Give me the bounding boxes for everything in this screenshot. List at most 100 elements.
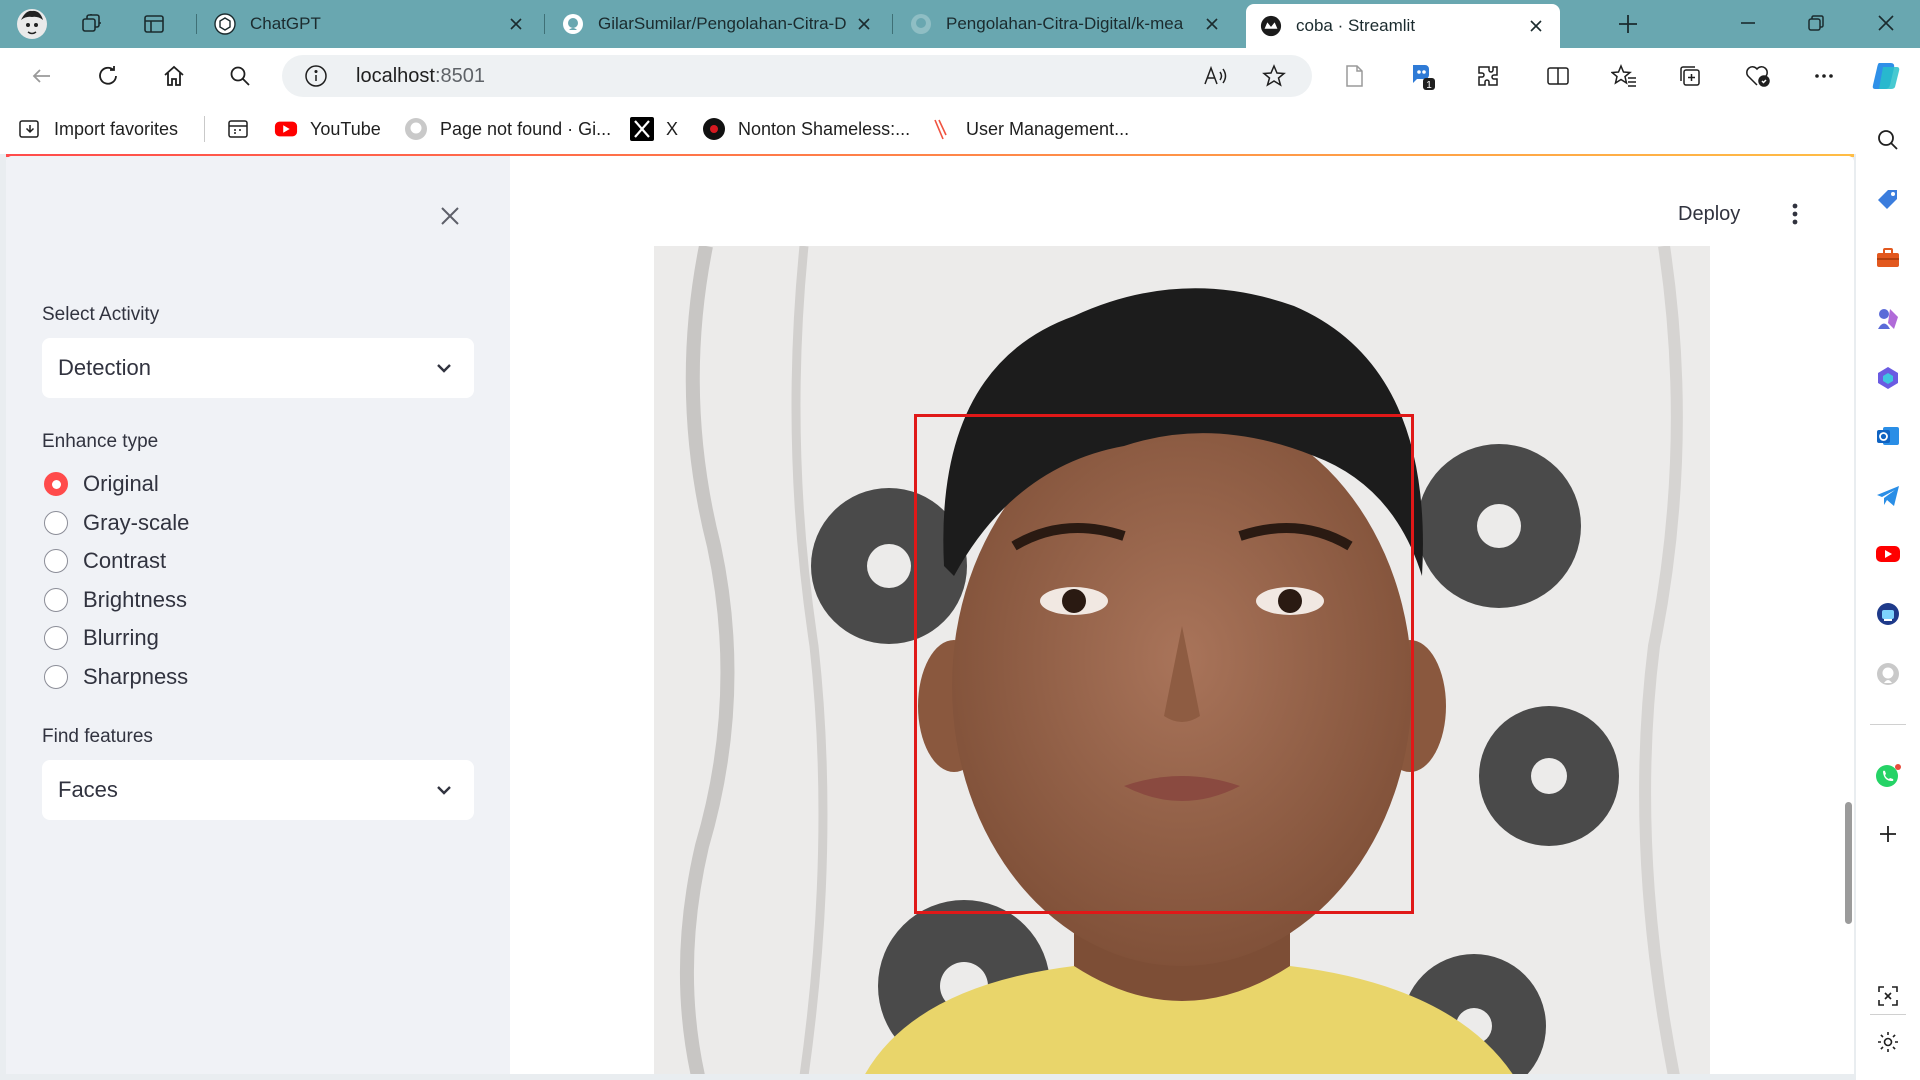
- back-button[interactable]: [24, 58, 60, 94]
- close-icon[interactable]: [506, 14, 526, 34]
- radio-label: Brightness: [83, 587, 187, 612]
- page-viewport: Select Activity Detection Enhance type O…: [6, 156, 1854, 1074]
- bookmark-app[interactable]: [226, 114, 250, 144]
- read-aloud-icon[interactable]: [1202, 64, 1228, 88]
- radio-label: Contrast: [83, 548, 167, 573]
- search-icon[interactable]: [1872, 124, 1904, 156]
- bookmark-label: YouTube: [310, 118, 381, 139]
- face-bounding-box: [914, 414, 1414, 914]
- github-icon[interactable]: [1872, 658, 1904, 690]
- close-icon[interactable]: [854, 14, 874, 34]
- tab-chatgpt[interactable]: ChatGPT: [200, 6, 540, 42]
- bookmark-label: Page not found · Gi...: [440, 118, 612, 139]
- settings-gear-icon[interactable]: [1872, 1026, 1904, 1058]
- radio-unselected-icon: [44, 665, 68, 689]
- shopping-tag-icon[interactable]: [1872, 184, 1904, 216]
- bookmarks-items: YouTube Page not found · Gi... X Nonton …: [0, 104, 1300, 154]
- restore-button[interactable]: [1782, 0, 1850, 46]
- reading-view-icon[interactable]: [1336, 58, 1372, 94]
- games-icon[interactable]: [1872, 302, 1904, 334]
- whatsapp-icon[interactable]: [1872, 760, 1904, 792]
- copilot-icon[interactable]: [1868, 58, 1904, 94]
- edge-sidebar: [1856, 104, 1920, 1080]
- bookmark-x[interactable]: X: [630, 114, 678, 144]
- microsoft365-icon[interactable]: [1872, 362, 1904, 394]
- tab-separator: [544, 14, 545, 34]
- new-tab-button[interactable]: [1612, 8, 1644, 40]
- bookmark-user-management[interactable]: User Management...: [930, 114, 1129, 144]
- browser-tab-bar: ChatGPT GilarSumilar/Pengolahan-Citra-D …: [0, 0, 1920, 48]
- deploy-button[interactable]: Deploy: [1678, 198, 1740, 230]
- radio-label: Original: [83, 471, 159, 496]
- bookmark-youtube[interactable]: YouTube: [274, 114, 381, 144]
- outlook-icon[interactable]: [1872, 420, 1904, 452]
- features-value: Faces: [58, 777, 118, 802]
- split-screen-icon[interactable]: [1540, 58, 1576, 94]
- screenshot-icon[interactable]: [1872, 980, 1904, 1012]
- page-scrollbar-thumb[interactable]: [1845, 802, 1852, 924]
- tab-title: coba · Streamlit: [1296, 16, 1416, 35]
- workspaces-icon[interactable]: [76, 8, 108, 40]
- x-icon: [630, 117, 654, 141]
- tab-github-gilarsumilar[interactable]: GilarSumilar/Pengolahan-Citra-D: [548, 6, 888, 42]
- browser-essentials-icon[interactable]: [1740, 58, 1776, 94]
- refresh-button[interactable]: [90, 58, 126, 94]
- radio-sharpness[interactable]: Sharpness: [44, 662, 188, 692]
- svg-text:1: 1: [1426, 80, 1432, 91]
- tab-title: GilarSumilar/Pengolahan-Citra-D: [598, 14, 846, 33]
- main-menu-icon[interactable]: [1780, 194, 1810, 234]
- radio-blurring[interactable]: Blurring: [44, 623, 159, 653]
- close-icon[interactable]: [1526, 16, 1546, 36]
- app-shortcut-icon[interactable]: [1872, 598, 1904, 630]
- copilot-extension-icon[interactable]: 1: [1404, 58, 1440, 94]
- radio-label: Gray-scale: [83, 510, 190, 535]
- browser-toolbar: localhost:8501 1: [0, 48, 1920, 104]
- features-select[interactable]: Faces: [42, 760, 474, 820]
- youtube-icon[interactable]: [1872, 538, 1904, 570]
- streamlit-icon: [1260, 15, 1282, 37]
- favorites-icon[interactable]: [1606, 58, 1642, 94]
- home-button[interactable]: [156, 58, 192, 94]
- radio-contrast[interactable]: Contrast: [44, 546, 166, 576]
- close-sidebar-button[interactable]: [432, 198, 468, 234]
- tab-github-kmeans[interactable]: Pengolahan-Citra-Digital/k-mea: [896, 6, 1236, 42]
- chevron-down-icon: [432, 356, 456, 380]
- bookmark-nonton[interactable]: Nonton Shameless:...: [702, 114, 910, 144]
- tab-streamlit-coba[interactable]: coba · Streamlit: [1246, 4, 1560, 48]
- url-port: :8501: [434, 65, 485, 87]
- favorite-star-icon[interactable]: [1262, 64, 1286, 88]
- vertical-tabs-icon[interactable]: [138, 8, 170, 40]
- address-bar[interactable]: localhost:8501: [282, 55, 1312, 97]
- telegram-icon[interactable]: [1872, 480, 1904, 512]
- tab-separator: [892, 14, 893, 34]
- add-icon[interactable]: [1872, 818, 1904, 850]
- site-info-icon[interactable]: [304, 64, 328, 88]
- profile-avatar[interactable]: [16, 8, 48, 40]
- edge-sidebar-separator: [1870, 724, 1906, 725]
- tools-icon[interactable]: [1872, 242, 1904, 274]
- radio-brightness[interactable]: Brightness: [44, 585, 187, 615]
- close-icon[interactable]: [1202, 14, 1222, 34]
- minimize-button[interactable]: [1714, 0, 1782, 46]
- radio-unselected-icon: [44, 626, 68, 650]
- url-text: localhost:8501: [356, 65, 485, 88]
- search-button[interactable]: [222, 58, 258, 94]
- more-menu-icon[interactable]: [1806, 58, 1842, 94]
- radio-unselected-icon: [44, 549, 68, 573]
- activity-select[interactable]: Detection: [42, 338, 474, 398]
- tab-title: ChatGPT: [250, 14, 321, 33]
- bookmark-label: X: [666, 118, 679, 139]
- extensions-icon[interactable]: [1470, 58, 1506, 94]
- radio-unselected-icon: [44, 588, 68, 612]
- enhance-type-label: Enhance type: [42, 431, 159, 452]
- radio-original[interactable]: Original: [44, 469, 159, 499]
- bookmark-github-page[interactable]: Page not found · Gi...: [404, 114, 611, 144]
- collections-icon[interactable]: [1672, 58, 1708, 94]
- site-icon: [702, 117, 726, 141]
- detection-result-image: [654, 246, 1710, 1074]
- laravel-icon: [930, 117, 954, 141]
- activity-label: Select Activity: [42, 304, 160, 325]
- url-host: localhost: [356, 65, 435, 87]
- close-window-button[interactable]: [1852, 0, 1920, 46]
- radio-grayscale[interactable]: Gray-scale: [44, 508, 189, 538]
